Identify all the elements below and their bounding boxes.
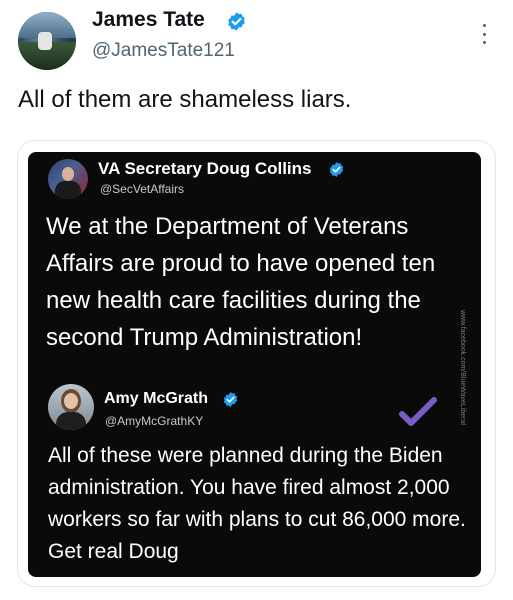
author-handle[interactable]: @JamesTate121 [92,40,235,62]
avatar-suit [56,412,86,430]
more-dot [482,41,486,44]
more-dot [482,24,486,27]
embedded-reply-handle: @AmyMcGrathKY [105,414,204,428]
tweet-media-image[interactable]: VA Secretary Doug Collins @SecVetAffairs… [28,152,481,577]
verified-badge-icon [223,392,238,407]
avatar-figure [38,32,52,50]
verified-badge-icon [329,162,344,177]
more-dot [482,32,486,36]
embedded-post-handle: @SecVetAffairs [100,182,184,196]
verified-badge-icon [228,12,245,31]
checkmark-icon [399,397,437,426]
author-display-name[interactable]: James Tate [92,8,205,32]
embedded-reply-text: All of these were planned during the Bid… [48,444,466,563]
watermark: www.facebook.com/BlueWaveLiberal [459,310,466,425]
embedded-post-text: We at the Department of Veterans Affairs… [46,213,436,351]
embedded-post-author: VA Secretary Doug Collins [98,159,312,178]
tweet-text: All of them are shameless liars. [18,86,352,113]
tweet-avatar[interactable] [18,12,76,70]
amy-mcgrath-avatar [48,384,94,430]
avatar-face [64,393,78,409]
va-secretary-avatar [48,159,88,199]
more-options-icon[interactable] [474,22,494,46]
avatar-suit [55,181,81,199]
embedded-reply-author: Amy McGrath [104,390,209,407]
avatar-face [62,167,74,181]
